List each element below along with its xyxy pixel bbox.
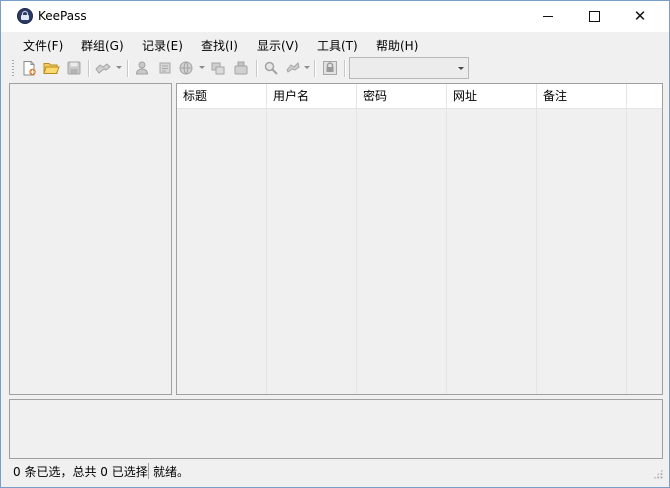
menu-group[interactable]: 群组(G) xyxy=(81,37,124,54)
resize-grip-icon[interactable] xyxy=(653,469,663,479)
toolbar-separator xyxy=(88,60,90,77)
find-button[interactable] xyxy=(262,59,280,77)
open-url-icon xyxy=(179,61,193,75)
entry-detail-pane[interactable] xyxy=(9,399,663,459)
chevron-down-icon[interactable] xyxy=(458,67,464,70)
menu-view[interactable]: 显示(V) xyxy=(257,37,299,54)
toolbar xyxy=(1,56,669,81)
copy-username-icon xyxy=(135,61,149,75)
keyboard-icon xyxy=(234,61,248,75)
maximize-icon xyxy=(588,11,600,22)
menu-help[interactable]: 帮助(H) xyxy=(376,37,418,54)
status-ready-text: 就绪。 xyxy=(153,465,190,479)
column-header-url[interactable]: 网址 xyxy=(447,84,537,108)
group-tree[interactable] xyxy=(9,83,172,395)
column-divider xyxy=(626,108,627,394)
auto-type-button[interactable] xyxy=(209,59,227,77)
menu-entry[interactable]: 记录(E) xyxy=(142,37,183,54)
copy-username-button[interactable] xyxy=(133,59,151,77)
menu-bar: 文件(F) 群组(G) 记录(E) 查找(I) 显示(V) 工具(T) 帮助(H… xyxy=(1,32,669,56)
column-divider xyxy=(356,108,357,394)
column-header-title[interactable]: 标题 xyxy=(177,84,267,108)
lock-workspace-icon xyxy=(323,61,337,75)
menu-file[interactable]: 文件(F) xyxy=(23,37,63,54)
status-bar: 0 条已选，总共 0 已选择 就绪。 xyxy=(1,461,669,483)
open-database-button[interactable] xyxy=(42,59,60,77)
add-entry-button[interactable] xyxy=(94,59,112,77)
save-icon xyxy=(67,61,81,75)
menu-find[interactable]: 查找(I) xyxy=(201,37,238,54)
toolbar-separator xyxy=(314,60,316,77)
new-database-button[interactable] xyxy=(20,59,38,77)
column-divider xyxy=(446,108,447,394)
show-entries-icon xyxy=(286,62,300,73)
column-header-username[interactable]: 用户名 xyxy=(267,84,357,108)
maximize-button[interactable] xyxy=(571,1,617,32)
new-database-icon xyxy=(23,61,36,76)
keepass-lock-icon xyxy=(17,8,33,24)
keepass-window: KeePass ✕ 文件(F) 群组(G) 记录(E) 查找(I) 显示(V) … xyxy=(0,0,670,488)
toolbar-separator xyxy=(127,60,129,77)
close-icon: ✕ xyxy=(633,7,647,25)
column-divider xyxy=(266,108,267,394)
close-button[interactable]: ✕ xyxy=(617,1,663,32)
copy-password-button[interactable] xyxy=(156,59,174,77)
copy-password-icon xyxy=(159,62,171,74)
open-folder-icon xyxy=(42,63,60,74)
minimize-button[interactable] xyxy=(525,1,571,32)
perform-auto-type-button[interactable] xyxy=(232,59,250,77)
save-button[interactable] xyxy=(65,59,83,77)
auto-type-icon xyxy=(211,62,225,75)
column-header-notes[interactable]: 备注 xyxy=(537,84,627,108)
title-bar[interactable]: KeePass ✕ xyxy=(1,1,669,32)
quick-find-combobox[interactable] xyxy=(349,57,469,79)
chevron-down-icon[interactable] xyxy=(116,66,122,69)
chevron-down-icon[interactable] xyxy=(304,66,310,69)
toolbar-grip[interactable] xyxy=(12,60,14,77)
show-entries-button[interactable] xyxy=(284,59,302,77)
chevron-down-icon[interactable] xyxy=(199,66,205,69)
toolbar-separator xyxy=(344,60,346,77)
menu-tools[interactable]: 工具(T) xyxy=(317,37,358,54)
add-entry-icon xyxy=(95,63,111,74)
toolbar-separator xyxy=(256,60,258,77)
column-divider xyxy=(536,108,537,394)
status-selection-text: 0 条已选，总共 0 已选择 xyxy=(13,465,148,479)
entry-list[interactable]: 标题 用户名 密码 网址 备注 xyxy=(176,83,663,395)
window-title: KeePass xyxy=(38,9,87,23)
entry-list-header: 标题 用户名 密码 网址 备注 xyxy=(177,84,662,109)
lock-workspace-button[interactable] xyxy=(321,59,339,77)
status-divider xyxy=(148,463,149,479)
column-header-password[interactable]: 密码 xyxy=(357,84,447,108)
open-url-button[interactable] xyxy=(177,59,195,77)
find-icon xyxy=(264,61,278,75)
minimize-icon xyxy=(543,16,553,17)
